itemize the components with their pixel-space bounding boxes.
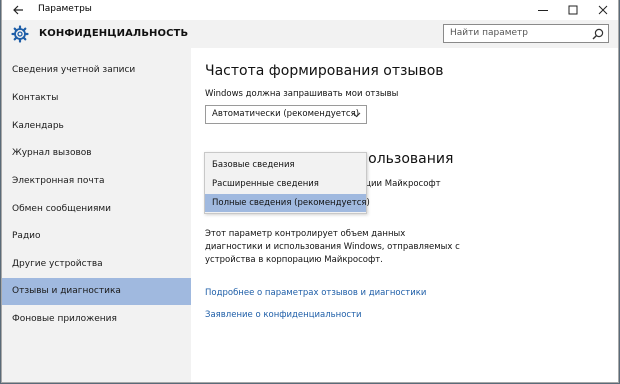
- sidebar-item-call-history[interactable]: Журнал вызовов: [2, 140, 191, 167]
- maximize-icon: [568, 5, 578, 15]
- maximize-button[interactable]: [558, 0, 588, 20]
- sidebar-item-other-devices[interactable]: Другие устройства: [2, 251, 191, 278]
- minimize-icon: [538, 10, 548, 11]
- title-bar: Параметры: [2, 0, 618, 20]
- gear-icon: [11, 25, 29, 43]
- main-content: Частота формирования отзывов Windows дол…: [191, 48, 618, 382]
- feedback-frequency-value: Автоматически (рекомендуется): [212, 109, 360, 119]
- window-controls: [528, 0, 618, 20]
- diagnostics-label-partial: ации Майкрософт: [360, 179, 441, 189]
- page-title: КОНФИДЕНЦИАЛЬНОСТЬ: [39, 28, 189, 39]
- feedback-frequency-select[interactable]: Автоматически (рекомендуется): [205, 105, 367, 124]
- app-title: Параметры: [38, 4, 92, 14]
- diagnostics-title-partial: пользования: [359, 151, 454, 167]
- diagnostics-description: Этот параметр контролирует объем данных …: [205, 229, 460, 265]
- search-icon[interactable]: [592, 28, 604, 40]
- close-icon: [598, 5, 608, 15]
- sidebar-item-calendar[interactable]: Календарь: [2, 113, 191, 140]
- back-arrow-icon: [12, 5, 23, 15]
- chevron-down-icon: [352, 112, 361, 118]
- option-basic[interactable]: Базовые сведения: [205, 156, 366, 174]
- search-placeholder: Найти параметр: [450, 28, 528, 38]
- option-full[interactable]: Полные сведения (рекомендуется): [205, 194, 370, 212]
- sidebar-item-background-apps[interactable]: Фоновые приложения: [2, 306, 191, 333]
- sidebar-item-email[interactable]: Электронная почта: [2, 168, 191, 195]
- sidebar-item-contacts[interactable]: Контакты: [2, 85, 191, 112]
- back-button[interactable]: [4, 0, 32, 20]
- sidebar-item-account-info[interactable]: Сведения учетной записи: [2, 57, 191, 84]
- settings-window: Параметры КОНФИДЕНЦИАЛЬНОСТЬ Найти парам…: [1, 0, 619, 383]
- close-button[interactable]: [588, 0, 618, 20]
- sidebar: Сведения учетной записи Контакты Календа…: [2, 48, 191, 382]
- search-input[interactable]: Найти параметр: [443, 24, 609, 43]
- link-privacy-statement[interactable]: Заявление о конфиденциальности: [205, 310, 362, 320]
- option-enhanced[interactable]: Расширенные сведения: [205, 175, 366, 193]
- sidebar-item-radio[interactable]: Радио: [2, 223, 191, 250]
- sidebar-item-messaging[interactable]: Обмен сообщениями: [2, 196, 191, 223]
- sidebar-item-feedback-diagnostics[interactable]: Отзывы и диагностика: [2, 278, 191, 305]
- diagnostics-level-popup: Базовые сведения Расширенные сведения По…: [204, 152, 370, 214]
- feedback-frequency-label: Windows должна запрашивать мои отзывы: [205, 89, 399, 99]
- page-header: КОНФИДЕНЦИАЛЬНОСТЬ Найти параметр: [2, 20, 618, 48]
- minimize-button[interactable]: [528, 0, 558, 20]
- feedback-frequency-title: Частота формирования отзывов: [205, 63, 444, 79]
- link-feedback-diagnostics-more[interactable]: Подробнее о параметрах отзывов и диагнос…: [205, 288, 426, 298]
